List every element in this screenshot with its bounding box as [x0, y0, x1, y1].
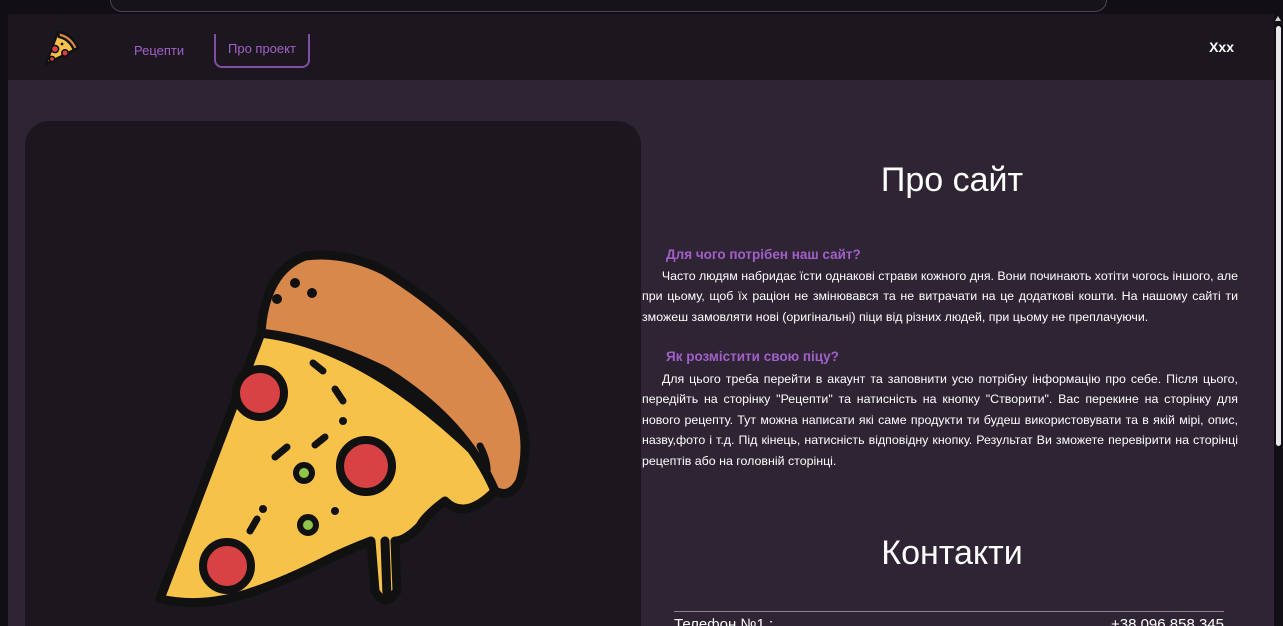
page-title: Про сайт: [880, 161, 1024, 199]
pizza-slice-illustration: [155, 250, 530, 608]
section-text-purpose: Часто людям набридає їсти однакові страв…: [642, 269, 1238, 324]
contact-label: Телефон №1 :: [674, 616, 774, 626]
scroll-up-arrow-icon[interactable]: [1275, 16, 1281, 21]
contacts-title: Контакти: [881, 534, 1023, 572]
scrollbar-thumb[interactable]: [1276, 26, 1281, 446]
pizza-slice-icon[interactable]: [38, 26, 82, 68]
contact-phone[interactable]: +38 096 858 345: [1111, 616, 1224, 626]
page: Рецепти Про проект Xxx Про сайт Для чого…: [8, 14, 1274, 626]
section-heading-purpose: Для чого потрібен наш сайт?: [666, 247, 861, 262]
nav-link-about-project[interactable]: Про проект: [214, 34, 310, 68]
section-text-how-to-post: Для цього треба перейти в акаунт та запо…: [642, 372, 1238, 468]
browser-top-bar: [0, 0, 1283, 14]
contact-row: Телефон №1 : +38 096 858 345: [674, 611, 1224, 626]
user-name[interactable]: Xxx: [1209, 39, 1234, 55]
section-heading-how-to-post: Як розмістити свою піцу?: [666, 349, 839, 364]
nav-link-recipes[interactable]: Рецепти: [134, 36, 184, 68]
scrollbar[interactable]: [1274, 14, 1283, 626]
pizza-image-card: [25, 121, 641, 626]
navbar: Рецепти Про проект Xxx: [8, 14, 1274, 80]
address-bar[interactable]: [110, 0, 1107, 12]
